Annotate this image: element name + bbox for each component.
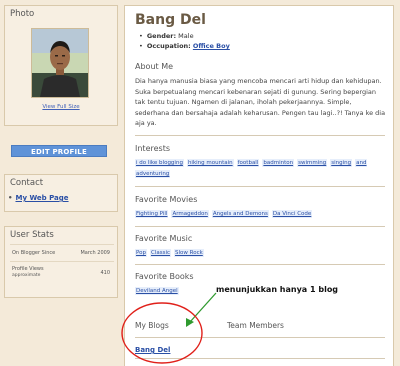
user-stats-title: User Stats	[10, 230, 54, 240]
photo-title: Photo	[10, 9, 35, 19]
my-web-page-link[interactable]: My Web Page	[15, 194, 68, 202]
book-tag[interactable]: Deviland Angel	[135, 287, 179, 295]
blog-link[interactable]: Bang Del	[135, 346, 170, 354]
interests-list: i do like blogging hiking mountain footbal…	[135, 158, 387, 180]
stat-row-views: Profile Views approximate 410	[12, 266, 112, 278]
movies-list: Fighting Pill Armageddon Angels and Demons…	[135, 209, 387, 220]
about-text: Dia hanya manusia biasa yang mencoba men…	[135, 77, 386, 127]
movie-tag[interactable]: Fighting Pill	[135, 210, 169, 218]
occupation-line: • Occupation: Office Boy	[139, 42, 230, 50]
divider	[135, 226, 385, 227]
tab-team-members[interactable]: Team Members	[227, 321, 284, 330]
stat-label: On Blogger Since	[12, 250, 56, 256]
occupation-link[interactable]: Office Boy	[193, 42, 230, 50]
favorite-books-title: Favorite Books	[135, 272, 194, 281]
profile-photo[interactable]	[31, 28, 89, 98]
tab-my-blogs[interactable]: My Blogs	[135, 321, 169, 330]
bullet-icon: •	[8, 194, 13, 202]
about-title: About Me	[135, 62, 174, 71]
interest-tag[interactable]: hiking mountain	[186, 159, 234, 167]
stat-label: Profile Views	[12, 266, 44, 272]
movie-tag[interactable]: Da Vinci Code	[271, 210, 313, 218]
interest-tag[interactable]: swimming	[297, 159, 328, 167]
bullet-icon: •	[139, 42, 143, 50]
occupation-label: Occupation	[146, 42, 189, 50]
interest-tag[interactable]: football	[236, 159, 260, 167]
tabs-divider	[135, 337, 385, 338]
divider	[135, 264, 385, 265]
interests-title: Interests	[135, 144, 170, 153]
divider	[135, 135, 385, 136]
gender-value: Male	[178, 32, 194, 40]
interest-tag[interactable]: badminton	[262, 159, 295, 167]
view-full-size-link[interactable]: View Full Size	[5, 104, 117, 110]
divider	[135, 186, 385, 187]
favorite-movies-title: Favorite Movies	[135, 195, 198, 204]
profile-photo-image	[32, 29, 88, 97]
movie-tag[interactable]: Armageddon	[171, 210, 209, 218]
annotation-text: menunjukkan hanya 1 blog	[216, 285, 339, 294]
stats-divider	[10, 244, 114, 245]
photo-box: Photo View Full Size	[4, 5, 118, 126]
music-list: Pop Classic Slow Rock	[135, 248, 387, 259]
interest-tag[interactable]: singing	[330, 159, 353, 167]
music-tag[interactable]: Classic	[149, 249, 172, 257]
stats-divider	[10, 261, 114, 262]
bullet-icon: •	[139, 32, 143, 40]
stat-sublabel: approximate	[12, 273, 41, 278]
music-tag[interactable]: Slow Rock	[174, 249, 204, 257]
music-tag[interactable]: Pop	[135, 249, 147, 257]
gender-line: • Gender: Male	[139, 32, 194, 40]
gender-label: Gender	[146, 32, 174, 40]
profile-name: Bang Del	[135, 12, 206, 28]
favorite-music-title: Favorite Music	[135, 234, 193, 243]
stat-value: 410	[100, 270, 110, 276]
interest-tag[interactable]: and	[355, 159, 368, 167]
interest-tag[interactable]: i do like blogging	[135, 159, 184, 167]
movie-tag[interactable]: Angels and Demons	[211, 210, 269, 218]
contact-box: Contact	[4, 174, 118, 212]
profile-main: Bang Del • Gender: Male • Occupation: Offi…	[124, 5, 394, 366]
contact-title: Contact	[10, 178, 44, 188]
interest-tag[interactable]: adventuring	[135, 170, 171, 178]
divider	[135, 358, 385, 359]
stat-row-since: On Blogger Since March 2009	[12, 250, 112, 256]
edit-profile-button[interactable]: EDIT PROFILE	[11, 145, 107, 157]
user-stats-box: User Stats	[4, 226, 118, 298]
stat-value: March 2009	[80, 250, 110, 256]
contact-link[interactable]: • My Web Page	[8, 194, 69, 202]
